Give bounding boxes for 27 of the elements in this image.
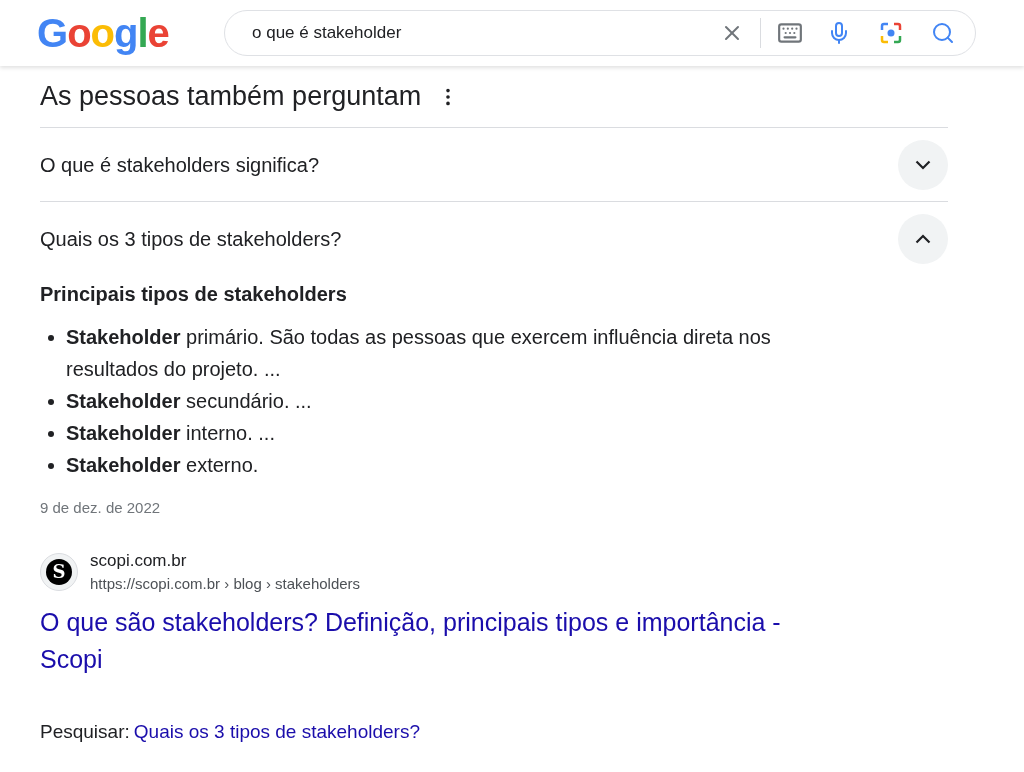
search-prompt-label: Pesquisar:	[40, 719, 130, 744]
site-favicon: S	[40, 552, 78, 591]
answer-bullet-text: Stakeholder externo.	[66, 453, 259, 478]
related-search-link[interactable]: Quais os 3 tipos de stakeholders?	[133, 717, 420, 746]
result-title-link[interactable]: O que são stakeholders? Definição, principais tipos e importância - Scopi	[40, 603, 840, 678]
bullet-icon	[48, 335, 54, 341]
keyboard-icon[interactable]	[777, 20, 803, 46]
expand-toggle-button[interactable]	[898, 213, 948, 264]
search-icon[interactable]	[931, 21, 955, 45]
google-logo[interactable]: Google	[37, 3, 187, 63]
chevron-down-icon	[915, 159, 931, 170]
camera-lens-icon[interactable]	[879, 21, 903, 45]
section-title: As pessoas também perguntam	[40, 80, 422, 114]
site-name: scopi.com.br	[90, 549, 188, 572]
answer-bullet-text: Stakeholder secundário. ...	[66, 389, 312, 414]
bullet-icon	[48, 463, 54, 469]
chevron-up-icon	[915, 233, 931, 244]
answer-date: 9 de dez. de 2022	[40, 498, 162, 518]
answer-heading: Principais tipos de stakeholders	[40, 282, 348, 307]
question-text[interactable]: O que é stakeholders significa?	[40, 149, 320, 180]
bullet-icon	[48, 431, 54, 437]
question-text[interactable]: Quais os 3 tipos de stakeholders?	[40, 223, 342, 254]
answer-bullet-text: Stakeholder interno. ...	[66, 421, 275, 446]
site-url: https://scopi.com.br › blog › stakeholders	[90, 574, 361, 594]
bullet-icon	[48, 399, 54, 405]
expand-toggle-button[interactable]	[898, 139, 948, 190]
answer-bullet-text: Stakeholder primário. São todas as pessoas que exercem influência direta nos resultados do projeto. ...	[66, 325, 772, 382]
